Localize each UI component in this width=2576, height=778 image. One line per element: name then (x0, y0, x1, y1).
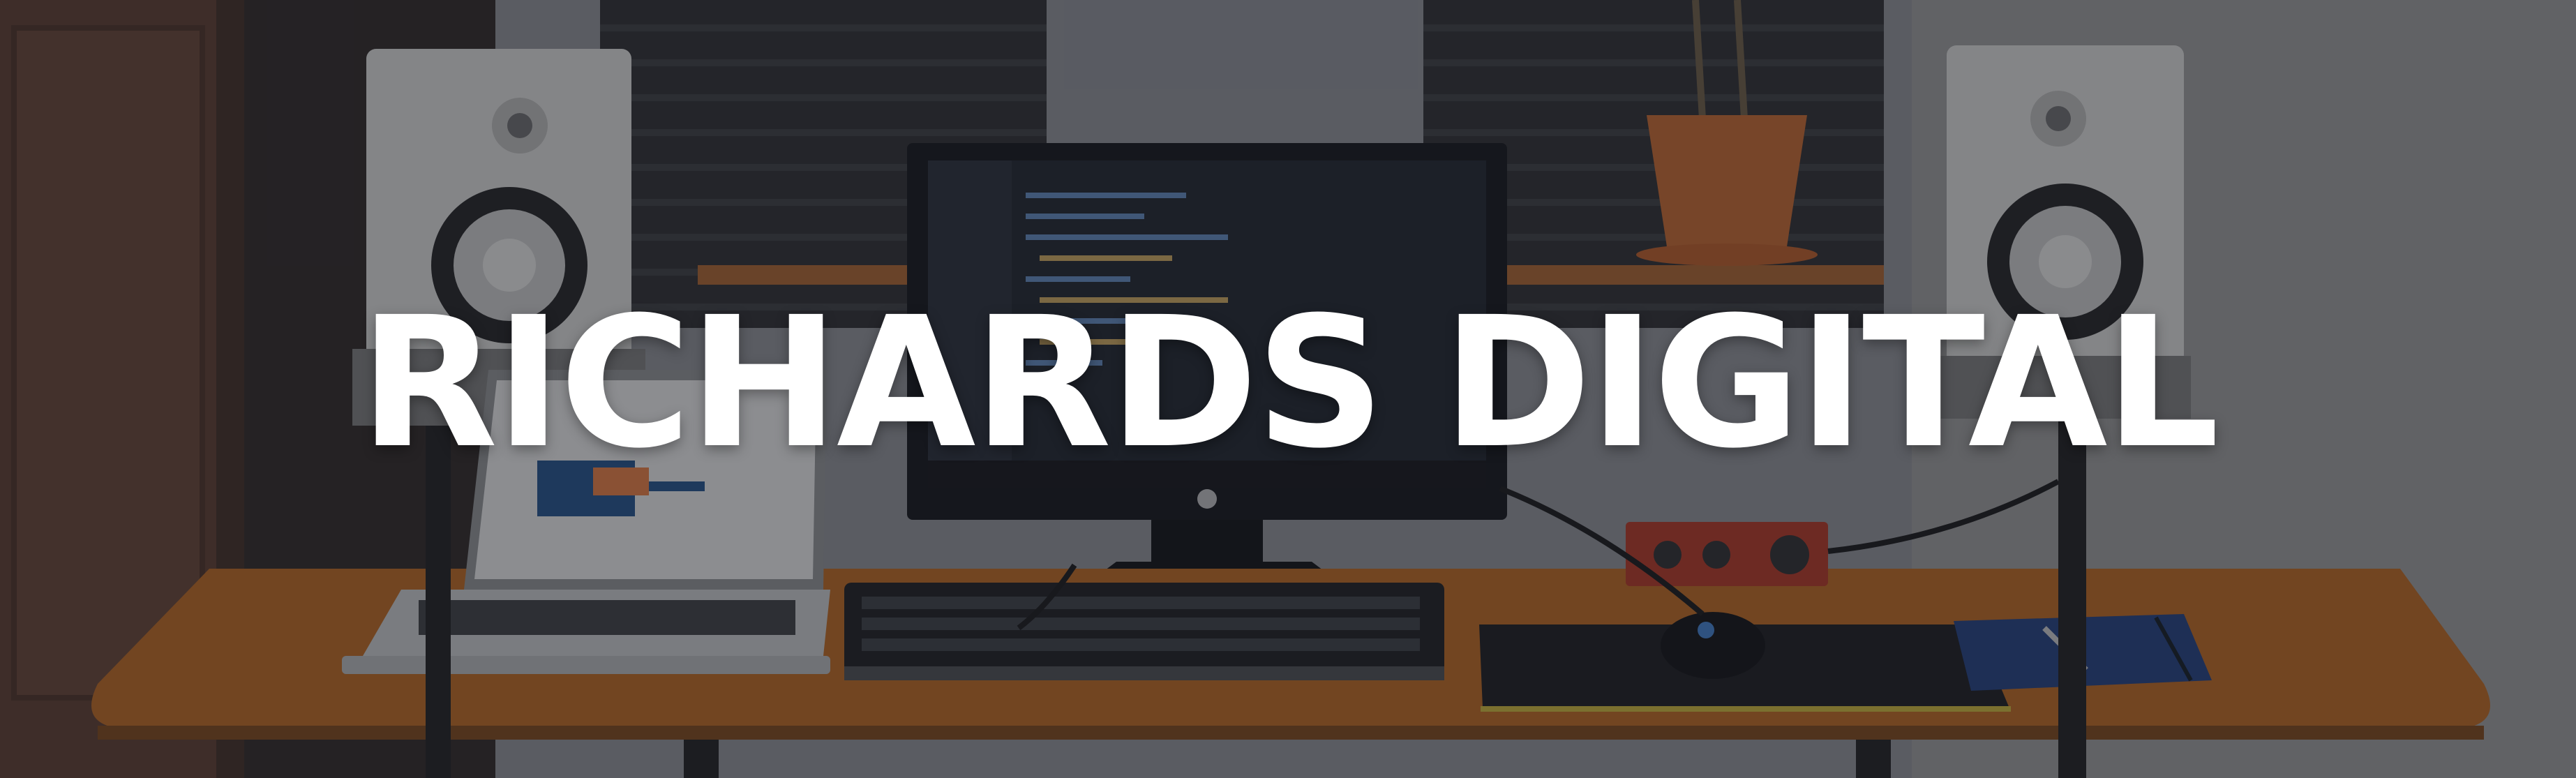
banner-title: RICHARDS DIGITAL (359, 278, 2219, 488)
hero-banner: RICHARDS DIGITAL (0, 0, 2576, 778)
